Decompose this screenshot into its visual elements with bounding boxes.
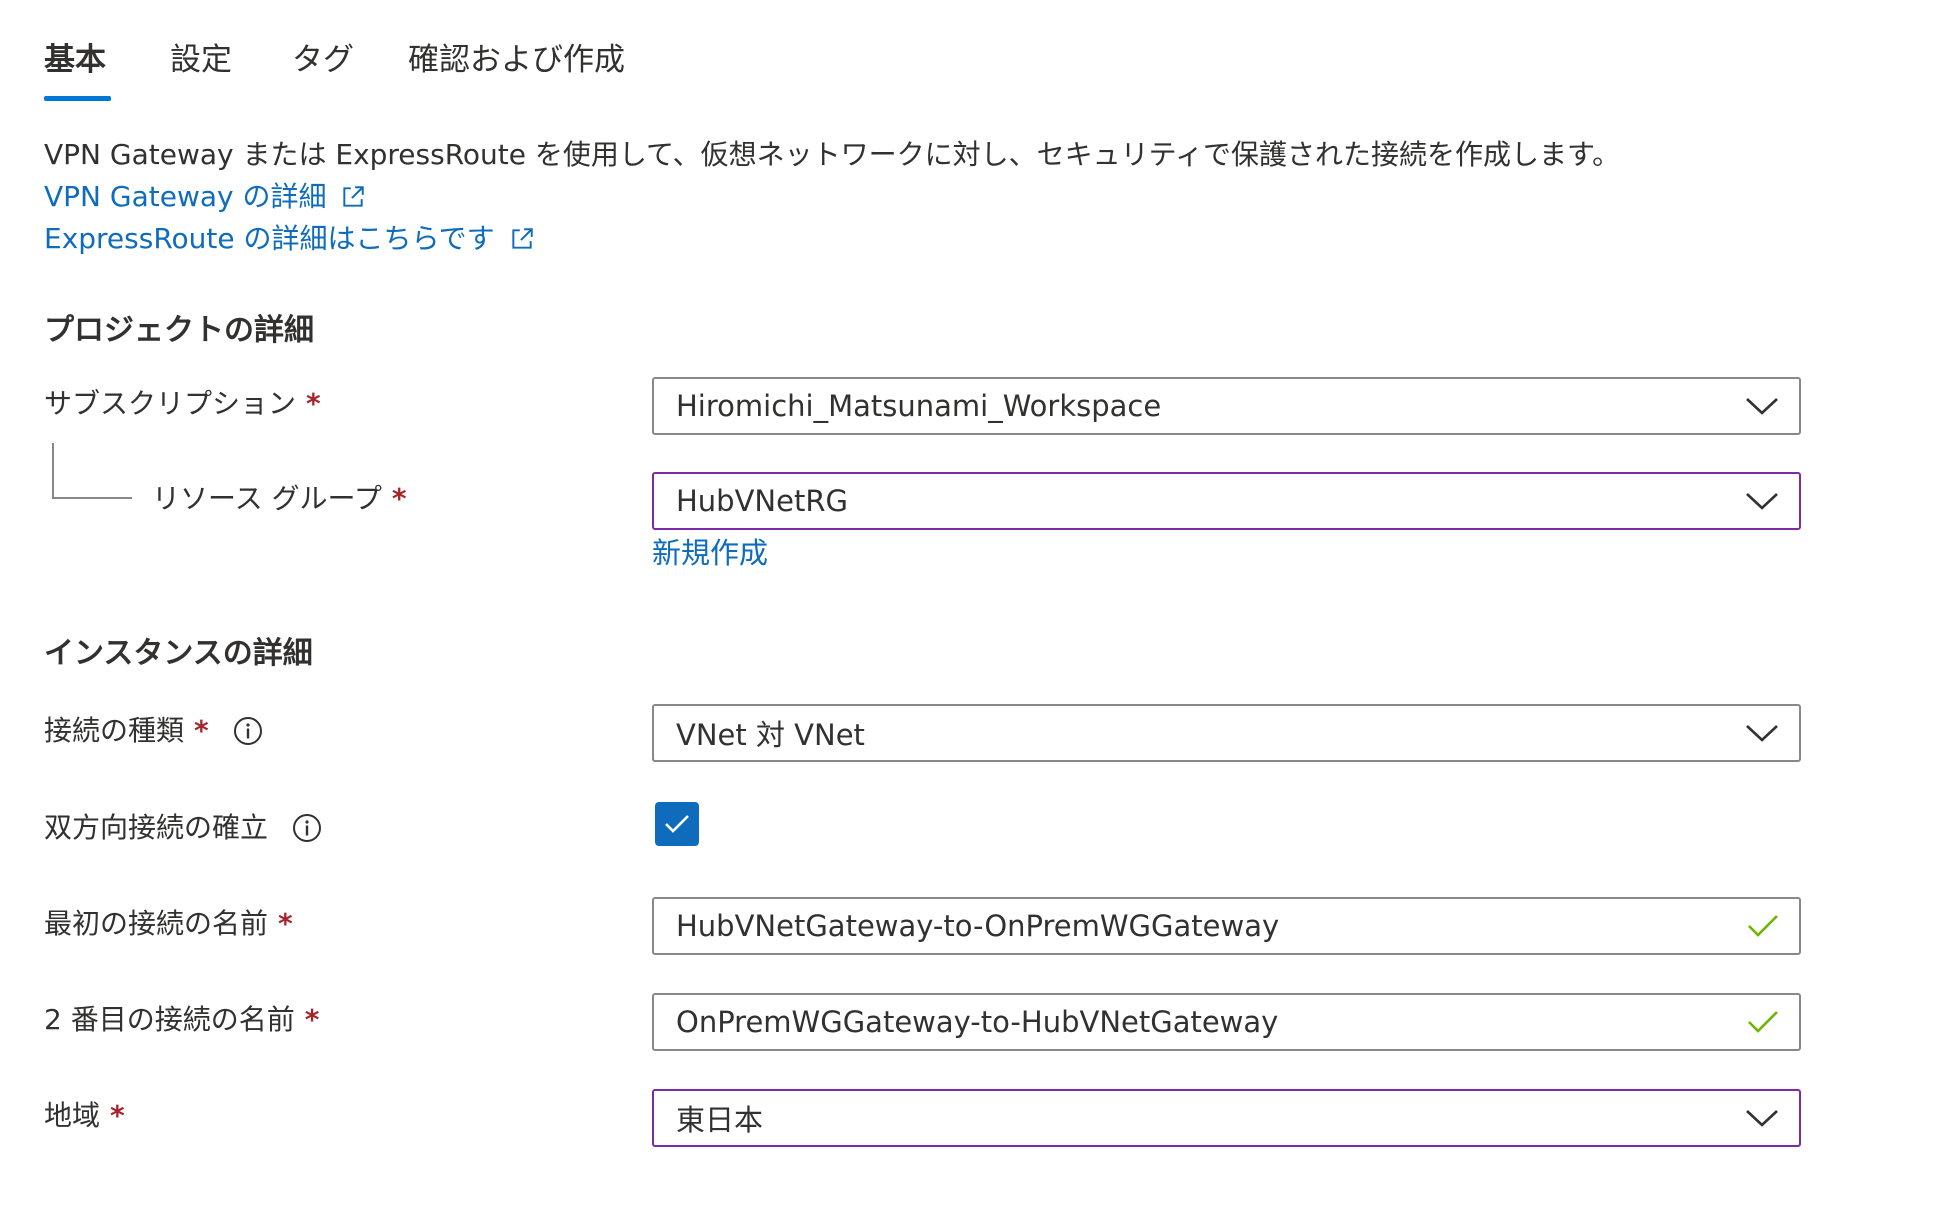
external-link-icon [343,186,365,207]
subscription-label: サブスクリプション * [44,384,321,424]
first-connection-name-input[interactable]: HubVNetGateway-to-OnPremWGGateway [652,897,1801,955]
required-marker: * [194,714,209,747]
first-connection-name-label-text: 最初の接続の名前 [44,907,269,940]
external-link-icon [512,228,533,249]
tab-tags[interactable]: タグ [292,40,354,80]
expressroute-details-link[interactable]: ExpressRoute の詳細はこちらです [44,221,535,257]
create-new-resource-group-link[interactable]: 新規作成 [652,533,768,573]
required-marker: * [304,1003,320,1036]
subscription-label-text: サブスクリプション [44,387,297,420]
chevron-down-icon [1746,398,1778,415]
connection-type-dropdown[interactable]: VNet 対 VNet [652,704,1801,762]
vpn-gateway-link-text: VPN Gateway の詳細 [44,180,327,213]
required-marker: * [278,907,293,940]
tab-settings[interactable]: 設定 [170,40,232,80]
required-marker: * [110,1099,125,1132]
tab-basics[interactable]: 基本 [44,40,106,80]
second-connection-name-value: OnPremWGGateway-to-HubVNetGateway [676,1005,1279,1039]
second-connection-name-label-text: 2 番目の接続の名前 [44,1003,295,1036]
info-icon[interactable] [233,716,263,746]
checkmark-icon [1748,1011,1778,1033]
bidirectional-label: 双方向接続の確立 [44,808,322,848]
subscription-value: Hiromichi_Matsunami_Workspace [676,389,1162,423]
region-label: 地域 * [44,1096,125,1136]
required-marker: * [306,387,321,420]
chevron-down-icon [1746,493,1778,510]
resource-group-label: リソース グループ * [152,479,406,519]
resource-group-value: HubVNetRG [676,484,848,518]
first-connection-name-label: 最初の接続の名前 * [44,904,293,944]
subscription-dropdown[interactable]: Hiromichi_Matsunami_Workspace [652,377,1801,435]
intro-description: VPN Gateway または ExpressRoute を使用して、仮想ネット… [44,138,1621,171]
bidirectional-label-text: 双方向接続の確立 [44,811,269,844]
chevron-down-icon [1746,1110,1778,1127]
required-marker: * [391,482,407,515]
connection-type-value: VNet 対 VNet [676,718,865,752]
tab-review-create[interactable]: 確認および作成 [408,40,625,80]
instance-details-heading: インスタンスの詳細 [44,636,313,671]
connection-type-label: 接続の種類 * [44,711,263,751]
resource-group-label-text: リソース グループ [152,482,382,515]
checkmark-icon [1748,915,1778,937]
active-tab-indicator [44,96,111,101]
project-details-heading: プロジェクトの詳細 [44,313,314,348]
region-label-text: 地域 [44,1099,101,1132]
tree-connector-line [52,443,132,499]
second-connection-name-input[interactable]: OnPremWGGateway-to-HubVNetGateway [652,993,1801,1051]
region-dropdown[interactable]: 東日本 [652,1089,1801,1147]
vpn-gateway-details-link[interactable]: VPN Gateway の詳細 [44,179,366,215]
chevron-down-icon [1746,725,1778,742]
region-value: 東日本 [676,1103,764,1137]
second-connection-name-label: 2 番目の接続の名前 * [44,1000,319,1040]
info-icon[interactable] [292,813,322,843]
bidirectional-checkbox[interactable] [655,802,699,846]
first-connection-name-value: HubVNetGateway-to-OnPremWGGateway [676,909,1280,943]
resource-group-dropdown[interactable]: HubVNetRG [652,472,1801,530]
connection-type-label-text: 接続の種類 [44,714,185,747]
checkbox-check-icon [665,815,689,833]
expressroute-link-text: ExpressRoute の詳細はこちらです [44,222,495,255]
